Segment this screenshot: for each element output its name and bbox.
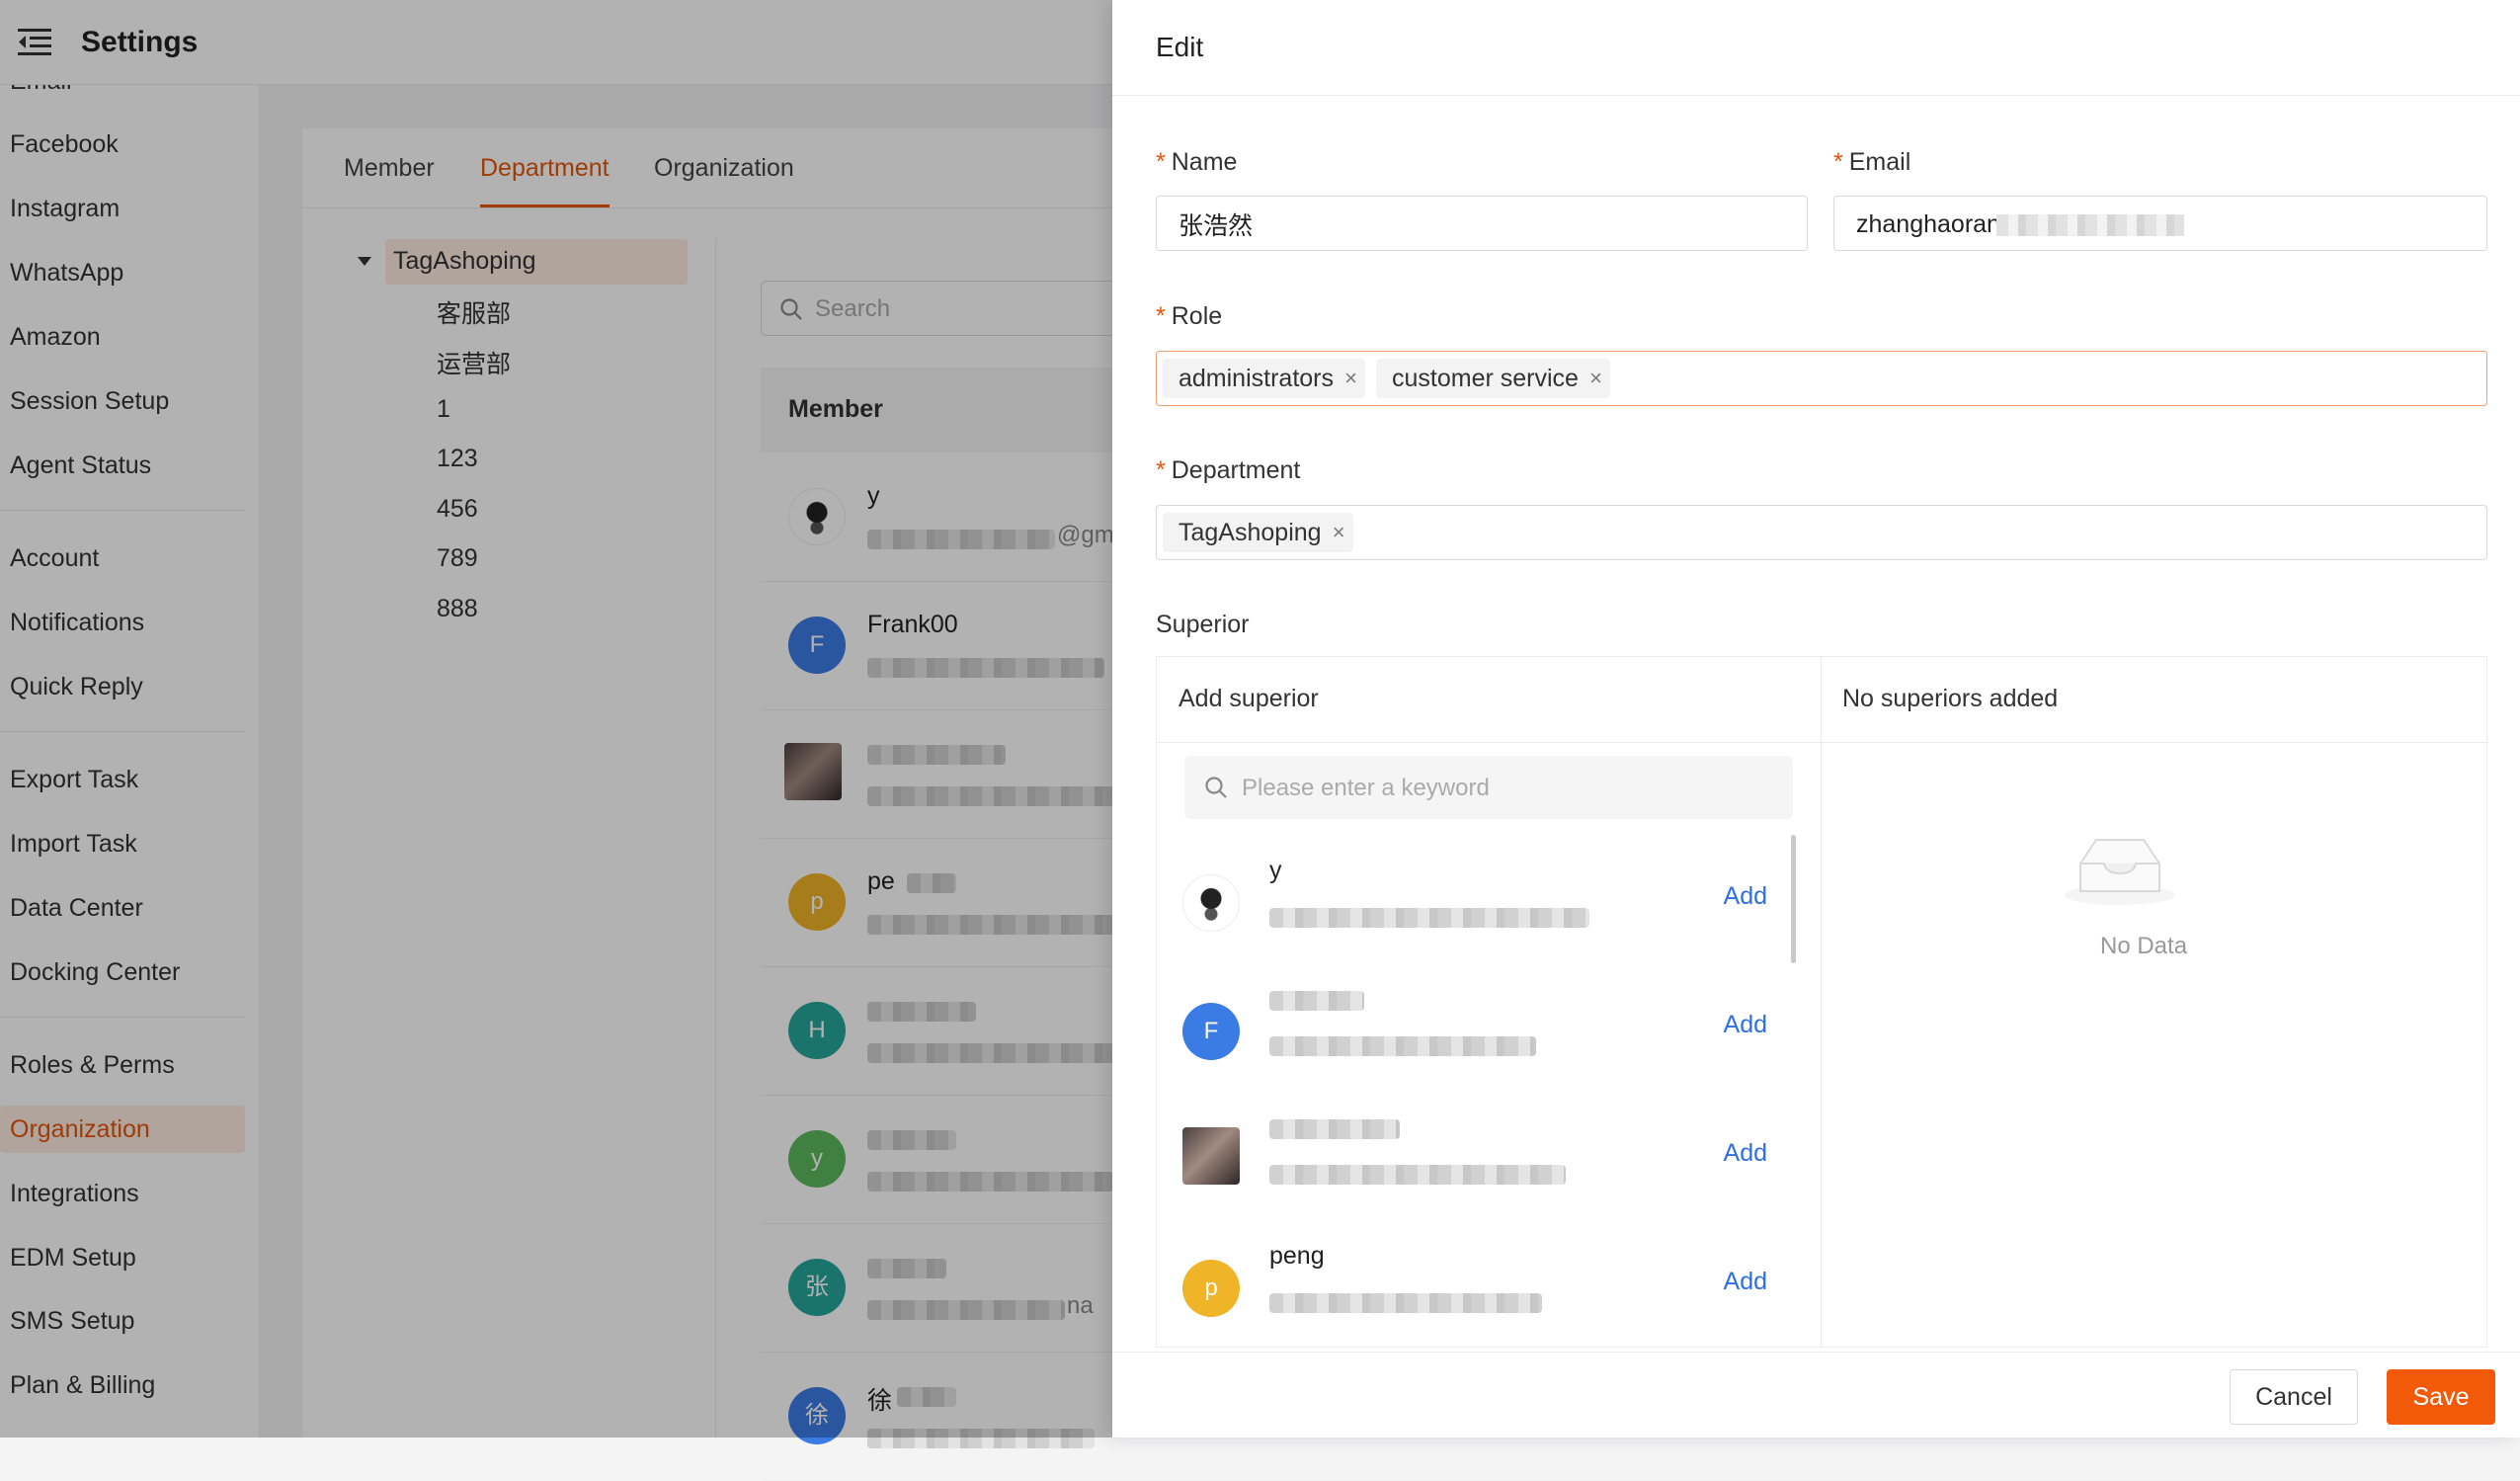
close-icon[interactable]: × [1344, 359, 1357, 398]
no-superiors-title: No superiors added [1842, 685, 2059, 712]
role-label: * Role [1156, 302, 1223, 330]
name-field[interactable] [1156, 196, 1808, 251]
blurred-name [1269, 991, 1364, 1011]
add-superior-button[interactable]: Add [1724, 1268, 1767, 1296]
list-scrollbar[interactable] [1791, 835, 1796, 963]
add-superior-button[interactable]: Add [1724, 882, 1767, 911]
department-tag: TagAshoping × [1163, 513, 1353, 552]
department-select[interactable]: TagAshoping × [1156, 505, 2487, 560]
keyword-search-input[interactable] [1240, 770, 1757, 807]
close-icon[interactable]: × [1333, 513, 1345, 552]
blurred-email [1269, 1293, 1542, 1313]
role-select[interactable]: administrators × customer service × [1156, 351, 2487, 406]
drawer-footer-divider [1112, 1352, 2520, 1353]
drawer-title: Edit [1156, 32, 1204, 62]
keyword-search[interactable] [1184, 756, 1793, 819]
add-superior-button[interactable]: Add [1724, 1011, 1767, 1039]
empty-inbox-icon [2065, 839, 2175, 905]
role-tag: customer service × [1376, 359, 1610, 398]
avatar: p [1182, 1260, 1240, 1317]
list-item: p peng Add [1157, 1220, 1799, 1349]
add-superior-button[interactable]: Add [1724, 1139, 1767, 1168]
list-item: y Add [1157, 835, 1799, 963]
blurred-email [1269, 1165, 1566, 1185]
edit-drawer: Edit *Name *Email *Role administrators ×… [1112, 0, 2520, 1438]
candidate-name: y [1269, 857, 1282, 884]
modal-overlay[interactable] [0, 0, 1112, 1438]
email-label: * Email [1833, 148, 1911, 176]
list-item: F Add [1157, 963, 1799, 1092]
search-icon [1205, 777, 1227, 798]
cancel-button[interactable]: Cancel [2230, 1369, 2358, 1425]
blurred-email [1269, 1036, 1536, 1056]
department-label: * Department [1156, 456, 1301, 484]
list-item: Add [1157, 1092, 1799, 1220]
required-mark: * [1156, 148, 1166, 176]
required-mark: * [1833, 148, 1843, 176]
name-label: * Name [1156, 148, 1238, 176]
avatar: F [1182, 1003, 1240, 1060]
superior-transfer: Add superior No superiors added y Add F … [1156, 656, 2488, 1349]
transfer-divider [1821, 657, 1822, 1349]
name-input[interactable] [1177, 206, 1773, 243]
blurred-name [1269, 1119, 1400, 1139]
add-superior-title: Add superior [1179, 685, 1319, 712]
blurred-email [1269, 908, 1589, 928]
email-field[interactable] [1833, 196, 2487, 251]
required-mark: * [1156, 302, 1166, 330]
role-tag: administrators × [1163, 359, 1365, 398]
candidate-name: peng [1269, 1242, 1325, 1270]
avatar [1182, 1127, 1240, 1185]
avatar [1182, 874, 1240, 932]
close-icon[interactable]: × [1589, 359, 1602, 398]
save-button[interactable]: Save [2387, 1369, 2495, 1425]
drawer-header-divider [1112, 95, 2520, 96]
blurred-email-domain [1996, 214, 2184, 236]
required-mark: * [1156, 456, 1166, 484]
transfer-header-divider [1157, 742, 2488, 743]
empty-state-text: No Data [2100, 933, 2188, 959]
superior-label: Superior [1156, 611, 1250, 638]
